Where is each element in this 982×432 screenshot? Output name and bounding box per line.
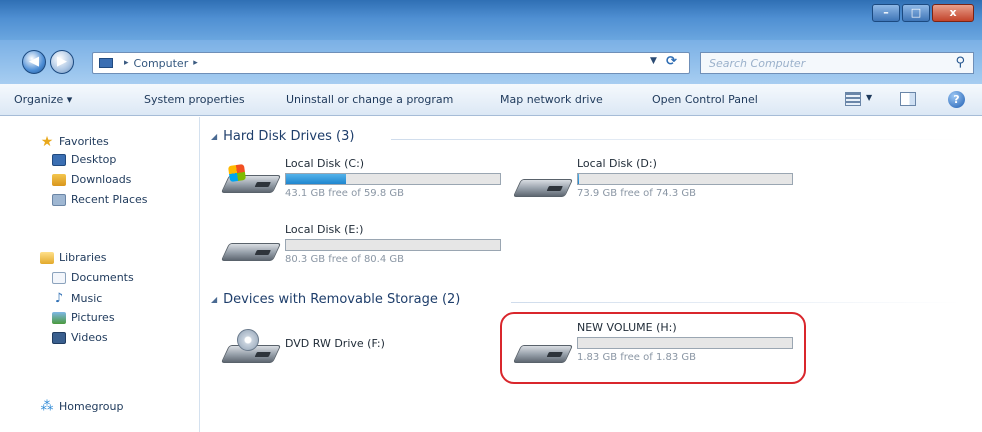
address-bar[interactable]: ▸ Computer ▸	[92, 52, 690, 74]
nav-recent-places[interactable]: Recent Places	[52, 193, 148, 206]
breadcrumb-chevron-icon[interactable]: ▸	[193, 58, 198, 68]
command-bar: Organize ▾ System properties Uninstall o…	[0, 84, 982, 116]
recent-places-icon	[52, 193, 66, 206]
highlight-circle	[500, 312, 806, 384]
music-icon: ♪	[54, 291, 64, 306]
search-input[interactable]: Search Computer ⚲	[700, 52, 974, 74]
nav-videos-label: Videos	[71, 331, 108, 344]
drive-c-usage-bar	[285, 173, 501, 185]
nav-favorites-label: Favorites	[59, 135, 109, 148]
group-removable-label: Devices with Removable Storage (2)	[223, 292, 461, 307]
drive-c-name: Local Disk (C:)	[285, 157, 365, 170]
back-button[interactable]: ◀	[22, 50, 46, 74]
drive-d-usage-fill	[578, 174, 580, 184]
collapse-triangle-icon[interactable]: ◢	[211, 132, 217, 141]
help-icon[interactable]: ?	[948, 91, 965, 108]
star-icon: ★	[40, 133, 54, 150]
nav-desktop-label: Desktop	[71, 153, 117, 166]
nav-downloads[interactable]: Downloads	[52, 173, 131, 186]
close-button[interactable]: x	[932, 4, 974, 22]
videos-icon	[52, 331, 66, 344]
drive-c-free-space: 43.1 GB free of 59.8 GB	[285, 188, 404, 199]
downloads-icon	[52, 173, 66, 186]
desktop-icon	[52, 153, 66, 166]
minimize-button[interactable]: –	[872, 4, 900, 22]
nav-music[interactable]: ♪ Music	[52, 291, 102, 306]
refresh-icon[interactable]: ⟳	[666, 54, 677, 69]
preview-pane-icon[interactable]	[900, 92, 916, 106]
breadcrumb-computer[interactable]: Computer	[134, 57, 189, 70]
drive-d-free-space: 73.9 GB free of 74.3 GB	[577, 188, 696, 199]
group-divider	[511, 302, 961, 303]
nav-documents-label: Documents	[71, 271, 134, 284]
group-removable-storage[interactable]: ◢ Devices with Removable Storage (2)	[211, 292, 460, 307]
nav-desktop[interactable]: Desktop	[52, 153, 116, 166]
drive-d[interactable]: Local Disk (D:) 73.9 GB free of 74.3 GB	[512, 157, 815, 209]
drive-e-free-space: 80.3 GB free of 80.4 GB	[285, 254, 404, 265]
nav-documents[interactable]: Documents	[52, 271, 134, 284]
drive-c[interactable]: Local Disk (C:) 43.1 GB free of 59.8 GB	[220, 157, 523, 209]
drive-f-name: DVD RW Drive (F:)	[285, 337, 385, 350]
nav-music-label: Music	[71, 292, 103, 305]
nav-videos[interactable]: Videos	[52, 331, 108, 344]
documents-icon	[52, 271, 66, 284]
nav-libraries-label: Libraries	[59, 251, 107, 264]
nav-pictures[interactable]: Pictures	[52, 311, 115, 324]
hard-disk-icon	[220, 163, 282, 199]
dvd-disc-icon	[237, 329, 259, 351]
nav-favorites[interactable]: ★ Favorites	[40, 133, 109, 150]
navigation-pane: ★ Favorites Desktop Downloads Recent Pla…	[0, 117, 200, 432]
hard-disk-icon	[220, 233, 282, 267]
organize-button[interactable]: Organize ▾	[14, 93, 72, 106]
homegroup-icon: ⁂	[40, 399, 54, 414]
collapse-triangle-icon[interactable]: ◢	[211, 295, 217, 304]
drive-d-name: Local Disk (D:)	[577, 157, 657, 170]
open-control-panel-button[interactable]: Open Control Panel	[652, 93, 758, 106]
nav-homegroup-label: Homegroup	[59, 400, 124, 413]
drive-c-usage-fill	[286, 174, 346, 184]
computer-icon	[99, 58, 113, 68]
group-hard-disk-drives[interactable]: ◢ Hard Disk Drives (3)	[211, 129, 354, 144]
content-pane: ◢ Hard Disk Drives (3) Local Disk (C:) 4…	[201, 117, 982, 432]
breadcrumb-chevron-icon: ▸	[124, 58, 129, 68]
group-divider	[391, 139, 961, 140]
drive-e[interactable]: Local Disk (E:) 80.3 GB free of 80.4 GB	[220, 223, 523, 275]
nav-libraries[interactable]: Libraries	[40, 251, 107, 264]
change-view-icon[interactable]	[845, 92, 861, 106]
view-dropdown-icon[interactable]: ▼	[866, 93, 872, 102]
libraries-icon	[40, 251, 54, 264]
group-hard-disks-label: Hard Disk Drives (3)	[223, 129, 355, 144]
nav-recent-label: Recent Places	[71, 193, 148, 206]
uninstall-program-button[interactable]: Uninstall or change a program	[286, 93, 453, 106]
window-controls: – □ x	[870, 4, 974, 22]
drive-e-name: Local Disk (E:)	[285, 223, 364, 236]
nav-downloads-label: Downloads	[71, 173, 132, 186]
drive-d-usage-bar	[577, 173, 793, 185]
system-properties-button[interactable]: System properties	[144, 93, 245, 106]
windows-logo-icon	[227, 163, 247, 183]
drive-e-usage-bar	[285, 239, 501, 251]
hard-disk-icon	[512, 169, 574, 203]
drive-f-dvd[interactable]: DVD RW Drive (F:)	[220, 327, 473, 377]
map-network-drive-button[interactable]: Map network drive	[500, 93, 603, 106]
forward-button[interactable]: ▶	[50, 50, 74, 74]
search-icon[interactable]: ⚲	[955, 55, 965, 70]
address-row: ◀ ▶ ▸ Computer ▸ ▼ ⟳ Search Computer ⚲	[0, 40, 982, 84]
address-history-dropdown-icon[interactable]: ▼	[650, 56, 657, 66]
search-placeholder: Search Computer	[709, 56, 806, 70]
dvd-drive-icon	[220, 329, 282, 369]
nav-homegroup[interactable]: ⁂ Homegroup	[40, 399, 124, 414]
title-bar: – □ x	[0, 0, 982, 40]
maximize-button[interactable]: □	[902, 4, 930, 22]
nav-pictures-label: Pictures	[71, 311, 115, 324]
pictures-icon	[52, 311, 66, 324]
